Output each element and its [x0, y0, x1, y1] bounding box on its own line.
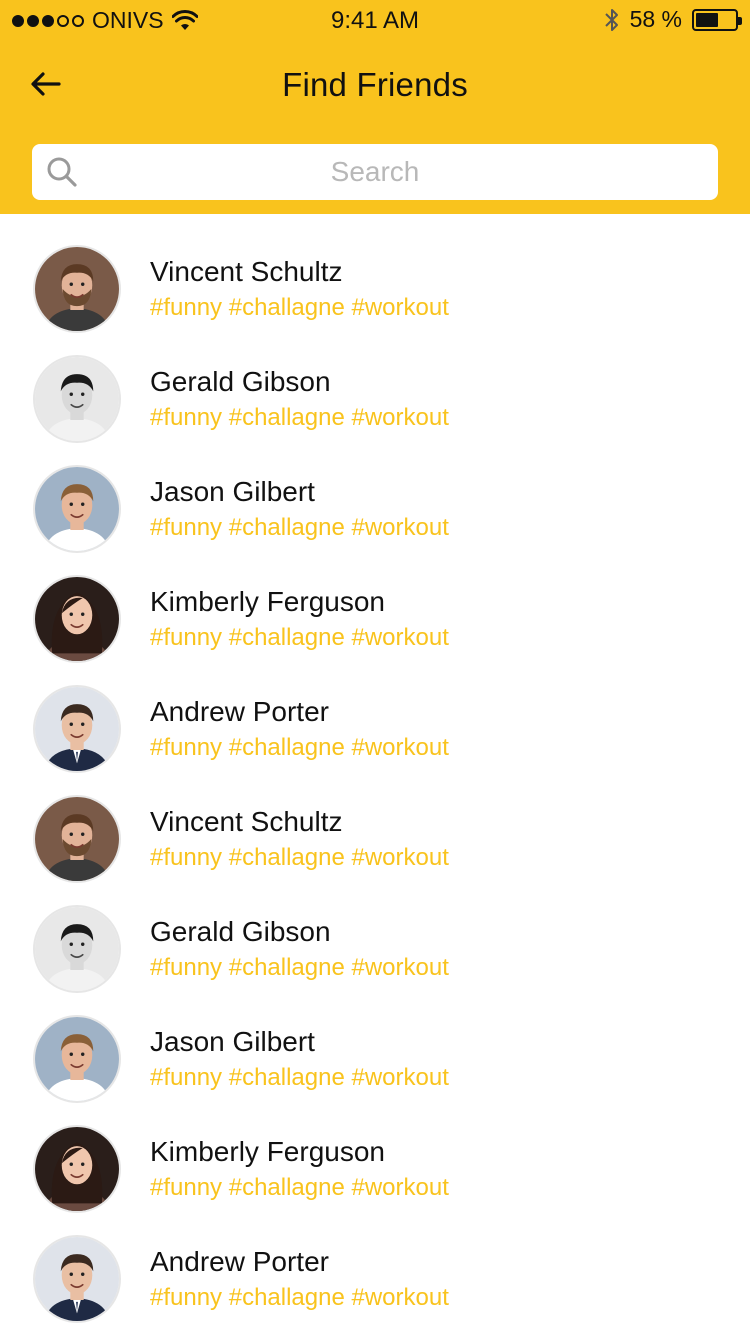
portrait-image — [35, 577, 119, 661]
avatar — [33, 1235, 121, 1323]
friend-row[interactable]: Gerald Gibson #funny #challagne #workout — [0, 880, 750, 993]
friend-name: Vincent Schultz — [150, 806, 343, 837]
battery-percent: 58 % — [629, 6, 682, 32]
search-bar[interactable] — [32, 144, 718, 200]
friend-name: Andrew Porter — [150, 696, 329, 727]
avatar — [33, 465, 121, 553]
status-bar: ONIVS 9:41 AM 58 % — [0, 0, 750, 40]
friend-name: Gerald Gibson — [150, 366, 331, 397]
avatar — [33, 355, 121, 443]
portrait-image — [35, 1237, 119, 1321]
avatar — [33, 1015, 121, 1103]
battery-level — [696, 12, 719, 27]
friend-name: Andrew Porter — [150, 1246, 329, 1277]
friend-name: Kimberly Ferguson — [150, 586, 385, 617]
portrait-image — [35, 467, 119, 551]
friend-row[interactable]: Kimberly Ferguson #funny #challagne #wor… — [0, 550, 750, 663]
friend-row[interactable]: Kimberly Ferguson #funny #challagne #wor… — [0, 1100, 750, 1213]
avatar — [33, 685, 121, 773]
friend-row[interactable]: Andrew Porter #funny #challagne #workout — [0, 1210, 750, 1323]
page-title: Find Friends — [282, 66, 468, 103]
portrait-image — [35, 1017, 119, 1101]
portrait-image — [35, 797, 119, 881]
friend-name: Gerald Gibson — [150, 916, 331, 947]
portrait-image — [35, 247, 119, 331]
friend-row[interactable]: Jason Gilbert #funny #challagne #workout — [0, 440, 750, 553]
friend-tags: #funny #challagne #workout — [150, 404, 449, 431]
portrait-image — [35, 907, 119, 991]
battery-nub — [738, 16, 742, 25]
friend-tags: #funny #challagne #workout — [150, 624, 449, 651]
avatar — [33, 1125, 121, 1213]
avatar — [33, 905, 121, 993]
battery-icon — [692, 8, 742, 31]
portrait-image — [35, 357, 119, 441]
friend-list: Vincent Schultz #funny #challagne #worko… — [0, 220, 750, 1323]
friend-name: Vincent Schultz — [150, 256, 343, 287]
friend-tags: #funny #challagne #workout — [150, 734, 449, 761]
status-right: 58 % — [604, 6, 742, 33]
friend-tags: #funny #challagne #workout — [150, 1064, 449, 1091]
avatar — [33, 795, 121, 883]
friend-row[interactable]: Vincent Schultz #funny #challagne #worko… — [0, 220, 750, 333]
friend-tags: #funny #challagne #workout — [150, 1284, 449, 1311]
portrait-image — [35, 687, 119, 771]
friend-row[interactable]: Jason Gilbert #funny #challagne #workout — [0, 990, 750, 1103]
friend-tags: #funny #challagne #workout — [150, 514, 449, 541]
search-input[interactable] — [92, 144, 658, 200]
friend-row[interactable]: Gerald Gibson #funny #challagne #workout — [0, 330, 750, 443]
friend-tags: #funny #challagne #workout — [150, 1174, 449, 1201]
friend-row[interactable]: Vincent Schultz #funny #challagne #worko… — [0, 770, 750, 883]
friend-row[interactable]: Andrew Porter #funny #challagne #workout — [0, 660, 750, 773]
portrait-image — [35, 1127, 119, 1211]
friend-tags: #funny #challagne #workout — [150, 844, 449, 871]
friend-name: Jason Gilbert — [150, 1026, 315, 1057]
avatar — [33, 575, 121, 663]
avatar — [33, 245, 121, 333]
bluetooth-icon — [604, 8, 618, 31]
search-icon — [47, 157, 77, 187]
friend-name: Kimberly Ferguson — [150, 1136, 385, 1167]
friend-name: Jason Gilbert — [150, 476, 315, 507]
friend-tags: #funny #challagne #workout — [150, 954, 449, 981]
friend-tags: #funny #challagne #workout — [150, 294, 449, 321]
